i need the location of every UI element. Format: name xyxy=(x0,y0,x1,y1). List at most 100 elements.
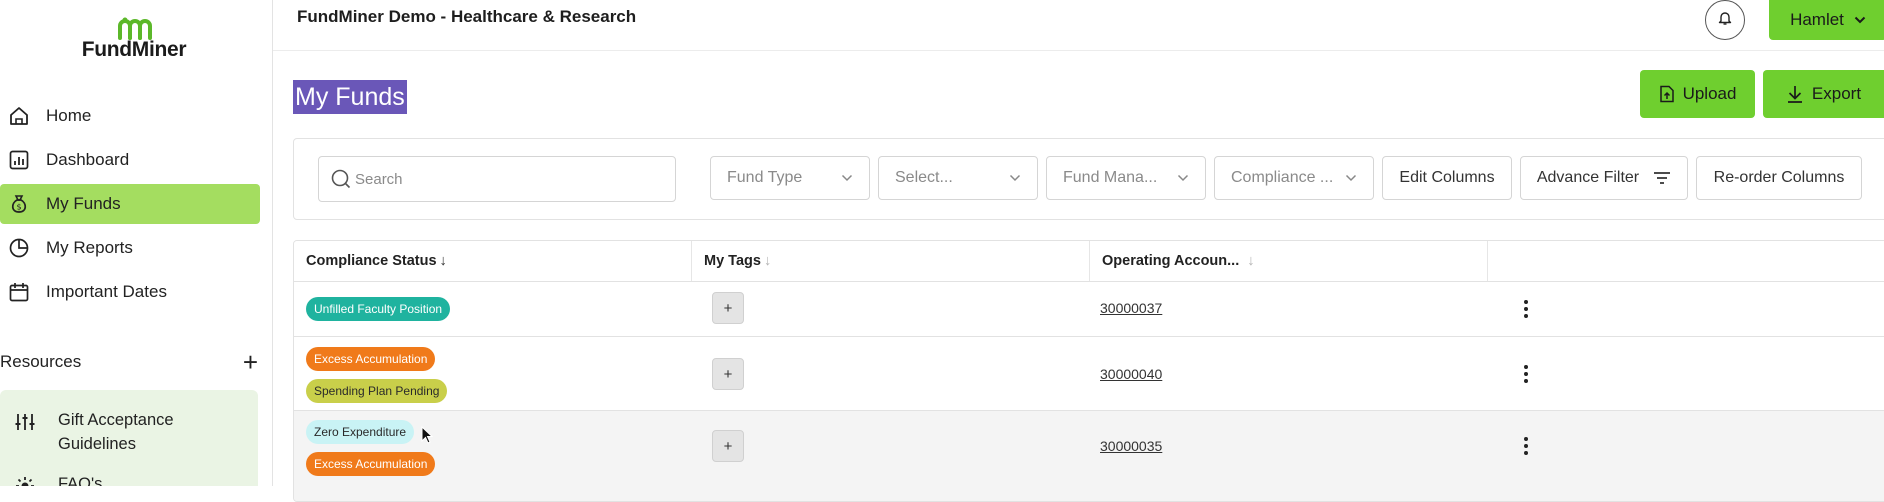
user-menu-button[interactable]: Hamlet xyxy=(1769,0,1884,40)
chevron-down-icon xyxy=(841,171,853,185)
nav-item-important-dates[interactable]: Important Dates xyxy=(0,272,260,312)
sort-arrow-down-icon: ↓ xyxy=(439,253,447,269)
edit-columns-label: Edit Columns xyxy=(1399,169,1495,186)
fund-type-select[interactable]: Fund Type xyxy=(710,156,870,200)
column-header-label: Operating Accoun... xyxy=(1102,253,1240,269)
operating-account-link[interactable]: 30000040 xyxy=(1100,366,1162,382)
home-icon xyxy=(6,103,32,129)
operating-account-link[interactable]: 30000035 xyxy=(1100,438,1162,454)
sidebar: FundMiner Home Dashboard $ My Funds My R… xyxy=(0,0,273,486)
advance-filter-label: Advance Filter xyxy=(1536,169,1640,186)
nav-item-label: Home xyxy=(46,106,92,125)
kebab-menu-icon xyxy=(1524,365,1528,383)
chevron-down-icon xyxy=(1009,171,1021,185)
column-header-compliance-status[interactable]: Compliance Status ↓ xyxy=(294,241,692,281)
page-title: My Funds xyxy=(293,80,407,114)
advance-filter-button[interactable]: Advance Filter xyxy=(1520,156,1688,200)
select-value: Select... xyxy=(895,169,953,186)
row-menu-button[interactable] xyxy=(1516,361,1536,387)
resource-item-faqs[interactable]: FAQ's xyxy=(14,472,102,486)
compliance-select[interactable]: Compliance ... xyxy=(1214,156,1374,200)
resources-label: Resources xyxy=(0,352,82,371)
operating-account-link[interactable]: 30000037 xyxy=(1100,300,1162,316)
resource-item-gift-acceptance[interactable]: Gift Acceptance Guidelines xyxy=(14,408,198,456)
svg-text:$: $ xyxy=(16,203,21,212)
bell-icon xyxy=(1717,10,1733,31)
table-header: Compliance Status ↓ My Tags ↓ Operating … xyxy=(294,241,1884,282)
nav-item-label: Dashboard xyxy=(46,150,130,169)
pie-chart-icon xyxy=(6,235,32,261)
bar-chart-icon xyxy=(6,147,32,173)
column-header-label: My Tags xyxy=(704,253,761,269)
resources-list: Gift Acceptance Guidelines FAQ's xyxy=(0,390,258,486)
chevron-down-icon xyxy=(1854,13,1866,27)
kebab-menu-icon xyxy=(1524,437,1528,455)
sort-arrow-down-icon: ↓ xyxy=(1247,253,1255,269)
column-header-my-tags[interactable]: My Tags ↓ xyxy=(692,241,1090,281)
mouse-cursor-icon xyxy=(421,425,434,449)
sliders-icon xyxy=(14,412,36,437)
org-title: FundMiner Demo - Healthcare & Research xyxy=(297,7,637,26)
table-row[interactable]: Unfilled Faculty Position + 30000037 xyxy=(294,281,1884,337)
nav-item-my-reports[interactable]: My Reports xyxy=(0,228,260,268)
download-icon xyxy=(1787,86,1802,103)
add-tag-button[interactable]: + xyxy=(712,430,744,462)
status-badge: Zero Expenditure xyxy=(306,420,415,444)
fund-type-value: Fund Type xyxy=(727,169,803,186)
funds-table: Compliance Status ↓ My Tags ↓ Operating … xyxy=(293,240,1884,502)
status-badge: Spending Plan Pending xyxy=(306,379,448,403)
compliance-value: Compliance ... xyxy=(1231,169,1334,186)
search-icon xyxy=(331,169,351,189)
search-placeholder: Search xyxy=(355,170,403,188)
column-header-operating-account[interactable]: Operating Accoun... ↓ xyxy=(1090,241,1488,281)
status-badge: Excess Accumulation xyxy=(306,452,436,476)
user-name: Hamlet xyxy=(1790,10,1844,29)
nav-item-dashboard[interactable]: Dashboard xyxy=(0,140,260,180)
resource-item-label: Gift Acceptance Guidelines xyxy=(58,411,174,453)
export-label: Export xyxy=(1811,84,1862,103)
edit-columns-button[interactable]: Edit Columns xyxy=(1382,156,1512,200)
sort-arrow-down-icon: ↓ xyxy=(763,253,772,269)
fund-manager-value: Fund Mana... xyxy=(1063,169,1158,186)
chevron-down-icon xyxy=(1177,171,1189,185)
nav-item-home[interactable]: Home xyxy=(0,96,260,136)
reorder-columns-label: Re-order Columns xyxy=(1713,169,1845,186)
add-tag-button[interactable]: + xyxy=(712,292,744,324)
status-badge: Unfilled Faculty Position xyxy=(306,297,451,321)
notifications-button[interactable] xyxy=(1705,0,1745,40)
upload-button[interactable]: Upload xyxy=(1640,70,1755,118)
money-bag-icon: $ xyxy=(6,191,32,217)
generic-select[interactable]: Select... xyxy=(878,156,1038,200)
table-row[interactable]: Zero Expenditure Excess Accumulation + 3… xyxy=(294,411,1884,501)
nav-item-label: My Funds xyxy=(46,194,121,213)
logo-icon xyxy=(118,17,152,40)
search-input[interactable]: Search xyxy=(318,156,676,202)
logo[interactable]: FundMiner xyxy=(64,16,204,66)
upload-label: Upload xyxy=(1682,84,1737,103)
resources-header: Resources + xyxy=(0,348,260,376)
nav-item-label: Important Dates xyxy=(46,282,167,301)
add-tag-button[interactable]: + xyxy=(712,358,744,390)
kebab-menu-icon xyxy=(1524,300,1528,318)
resource-item-label: FAQ's xyxy=(58,475,103,486)
top-bar: FundMiner Demo - Healthcare & Research H… xyxy=(273,0,1884,51)
add-resource-button[interactable]: + xyxy=(243,349,258,375)
row-menu-button[interactable] xyxy=(1516,296,1536,322)
nav-item-label: My Reports xyxy=(46,238,133,257)
logo-text: FundMiner xyxy=(81,38,187,61)
nav-item-my-funds[interactable]: $ My Funds xyxy=(0,184,260,224)
export-button[interactable]: Export xyxy=(1763,70,1884,118)
table-row[interactable]: Excess Accumulation Spending Plan Pendin… xyxy=(294,337,1884,411)
calendar-icon xyxy=(6,279,32,305)
reorder-columns-button[interactable]: Re-order Columns xyxy=(1696,156,1862,200)
column-header-actions xyxy=(1488,241,1884,281)
fund-manager-select[interactable]: Fund Mana... xyxy=(1046,156,1206,200)
column-header-label: Compliance Status xyxy=(306,253,437,269)
sun-icon xyxy=(14,476,36,486)
filter-icon xyxy=(1654,172,1671,184)
status-badge: Excess Accumulation xyxy=(306,347,436,371)
file-upload-icon xyxy=(1659,85,1674,103)
row-menu-button[interactable] xyxy=(1516,433,1536,459)
chevron-down-icon xyxy=(1345,171,1357,185)
filter-bar: Search Fund Type Select... Fund Mana... … xyxy=(293,138,1884,220)
